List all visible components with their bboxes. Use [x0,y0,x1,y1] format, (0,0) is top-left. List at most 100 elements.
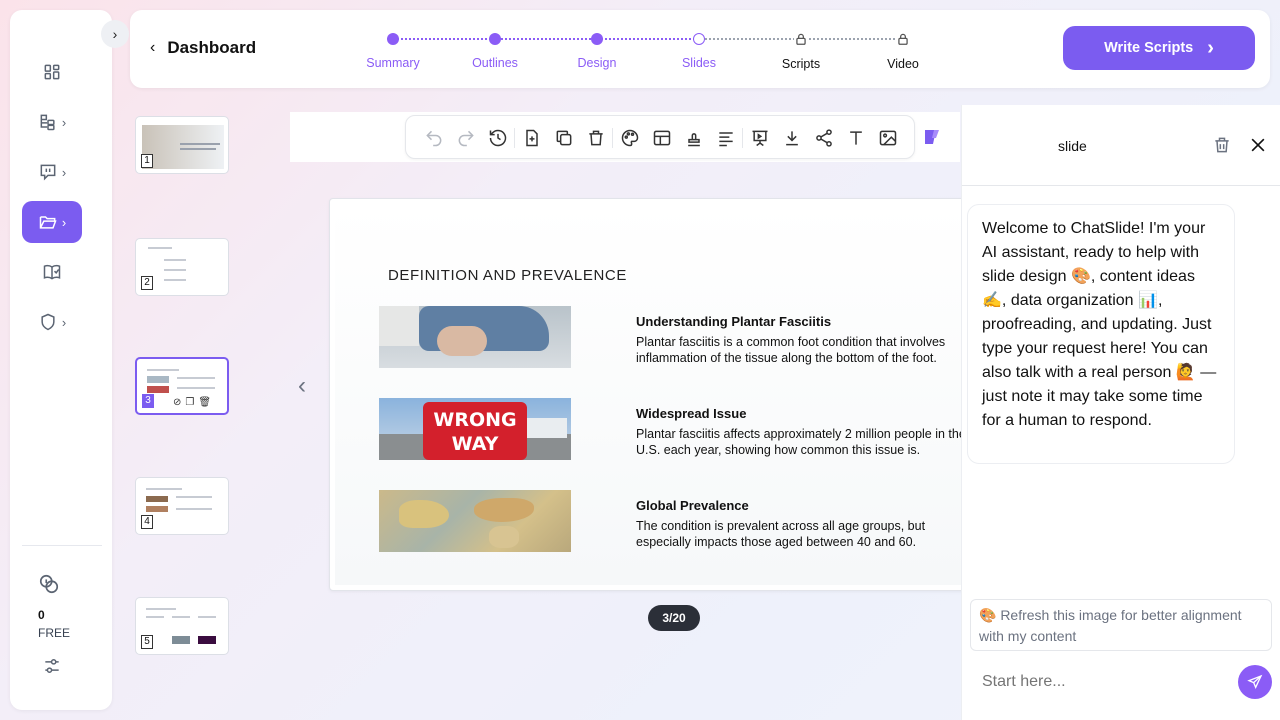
shield-icon [41,313,55,331]
sidebar-item-security[interactable]: › [22,301,82,343]
step-scripts[interactable]: Scripts [756,30,846,71]
stamp-icon[interactable] [684,128,704,148]
settings-sliders-icon[interactable] [42,656,62,676]
folder-open-icon [39,216,57,229]
previous-slide-button[interactable]: ‹ [298,372,306,400]
progress-stepper: Summary Outlines Design Slides Scripts V… [363,30,923,80]
book-check-icon [43,264,61,280]
trash-icon[interactable] [586,128,606,148]
sidebar-toggle-button[interactable]: › [101,20,129,48]
add-page-icon[interactable] [522,128,542,148]
image-icon[interactable] [878,128,898,148]
brand-logo-icon [922,127,942,147]
sidebar-item-dashboard[interactable] [22,51,82,93]
text-icon[interactable] [846,128,866,148]
credits-count: 0 [38,608,45,622]
step-label: Slides [681,56,717,70]
chat-header: slide [962,105,1280,186]
section-body-1[interactable]: Plantar fasciitis is a common foot condi… [636,335,966,366]
back-to-dashboard-button[interactable]: ‹ Dashboard [150,38,256,58]
back-label: Dashboard [167,38,257,57]
chat-bubble-icon [40,164,56,181]
thumbnail-number: 3 [142,394,154,408]
plan-label[interactable]: FREE [38,626,70,640]
step-summary[interactable]: Summary [348,30,438,70]
send-icon [1247,674,1263,689]
step-outlines[interactable]: Outlines [450,30,540,70]
top-bar: ‹ Dashboard Summary Outlines Design Slid… [130,10,1270,88]
lock-icon [794,32,808,46]
wrong-way-sign-image[interactable]: WRONG WAY [379,398,571,460]
write-scripts-button[interactable]: Write Scripts › [1063,26,1255,70]
sitemap-icon [40,114,55,131]
step-label: Video [887,57,919,71]
chat-panel: slide Welcome to ChatSlide! I'm your AI … [961,105,1280,720]
thumbnail-number: 5 [141,635,153,649]
section-body-3[interactable]: The condition is prevalent across all ag… [636,519,966,550]
sidebar-item-projects[interactable]: › [22,201,82,243]
chat-title: slide [1058,138,1087,154]
sidebar-item-chat[interactable]: › [22,151,82,193]
slide-thumbnail-4[interactable]: 4 [135,477,229,535]
history-icon[interactable] [488,128,508,148]
step-dot [591,33,603,45]
presentation-icon[interactable] [750,128,770,148]
step-slides[interactable]: Slides [654,30,744,70]
slide-title[interactable]: DEFINITION AND PREVALENCE [388,267,627,284]
slide-pager: 3/20 [648,605,700,631]
sidebar-item-structure[interactable]: › [22,101,82,143]
sign-text-way: WAY [451,433,499,455]
thumbnail-number: 2 [141,276,153,290]
sidebar-divider [22,545,102,546]
step-design[interactable]: Design [552,30,642,70]
slide-thumbnail-2[interactable]: 2 [135,238,229,296]
hide-icon[interactable]: ⊘ [173,397,181,408]
download-icon[interactable] [782,128,802,148]
trash-icon[interactable]: 🗑 [198,397,211,408]
slide-thumbnail-3[interactable]: 3 ⊘ ❐ 🗑 [135,357,229,415]
sign-text-wrong: WRONG [433,409,517,431]
slide-thumbnail-1[interactable]: 1 [135,116,229,174]
trash-icon[interactable] [1212,135,1232,155]
dashboard-grid-icon [44,64,60,80]
share-icon[interactable] [814,128,834,148]
chevron-left-icon: ‹ [150,39,156,56]
step-label: Summary [366,56,420,70]
redo-icon[interactable] [456,128,476,148]
world-map-image[interactable] [379,490,571,552]
section-heading-1[interactable]: Understanding Plantar Fasciitis [636,314,831,329]
thumbnail-number: 4 [141,515,153,529]
palette-icon[interactable] [620,128,640,148]
sidebar-item-library[interactable] [22,251,82,293]
section-heading-2[interactable]: Widespread Issue [636,406,746,421]
step-dot [489,33,501,45]
step-dot [387,33,399,45]
duplicate-icon[interactable]: ❐ [185,397,194,408]
thumbnail-actions: ⊘ ❐ 🗑 [173,397,211,408]
slide-thumbnail-5[interactable]: 5 [135,597,229,655]
slide-toolbar [405,115,915,159]
chat-input[interactable] [982,673,1232,691]
credits-block [10,573,96,600]
chevron-right-icon: › [61,314,67,330]
chevron-right-icon: › [1207,36,1214,59]
step-video[interactable]: Video [858,30,948,71]
step-label: Design [577,56,617,70]
send-button[interactable] [1238,665,1272,699]
slide-canvas[interactable]: DEFINITION AND PREVALENCE WRONG WAY Unde… [329,198,969,591]
section-body-2[interactable]: Plantar fasciitis affects approximately … [636,427,966,458]
close-icon[interactable] [1248,135,1268,155]
left-sidebar: › › › › 0 FREE [10,10,112,710]
write-scripts-label: Write Scripts [1104,40,1194,56]
slide-content: DEFINITION AND PREVALENCE WRONG WAY Unde… [335,204,968,585]
suggestion-chip[interactable]: 🎨 Refresh this image for better alignmen… [970,599,1272,651]
undo-icon[interactable] [424,128,444,148]
align-icon[interactable] [716,128,736,148]
thumbnail-number: 1 [141,154,153,168]
chevron-right-icon: › [61,214,67,230]
feet-image[interactable] [379,306,571,368]
chevron-right-icon: › [61,114,67,130]
section-heading-3[interactable]: Global Prevalence [636,498,749,513]
layout-icon[interactable] [652,128,672,148]
duplicate-icon[interactable] [554,128,574,148]
